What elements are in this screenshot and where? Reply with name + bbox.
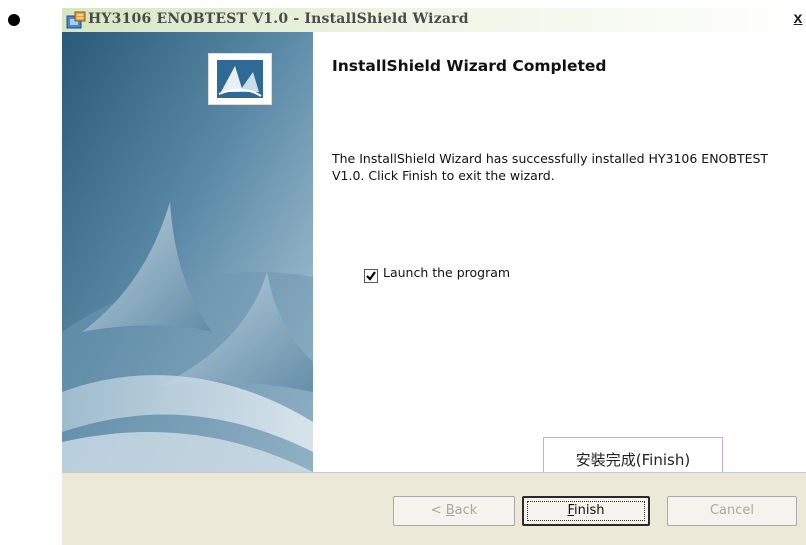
installer-window: HY3106 ENOBTEST V1.0 - InstallShield Wiz…	[62, 8, 806, 545]
cancel-button[interactable]: Cancel	[667, 496, 797, 526]
back-button[interactable]: < Back	[393, 496, 515, 526]
launch-program-checkbox[interactable]	[364, 269, 378, 283]
page-title: InstallShield Wizard Completed	[332, 57, 607, 75]
window-title: HY3106 ENOBTEST V1.0 - InstallShield Wiz…	[88, 11, 469, 27]
wizard-sidebar-graphic	[62, 32, 313, 472]
back-button-prefix: <	[430, 503, 446, 518]
wizard-logo-icon	[208, 53, 272, 105]
back-button-label: ack	[454, 503, 478, 518]
checkmark-icon	[366, 271, 376, 281]
button-bar: < Back Finish Cancel	[62, 472, 806, 545]
completion-message: The InstallShield Wizard has successfull…	[332, 151, 769, 183]
focus-rectangle	[527, 501, 645, 521]
launch-program-label[interactable]: Launch the program	[383, 265, 510, 280]
title-bar[interactable]: HY3106 ENOBTEST V1.0 - InstallShield Wiz…	[62, 8, 806, 33]
wizard-content: InstallShield Wizard Completed The Insta…	[313, 32, 806, 485]
back-button-mnemonic: B	[445, 503, 455, 518]
finish-button[interactable]: Finish	[522, 496, 650, 526]
bullet-icon	[8, 14, 20, 26]
installshield-app-icon	[65, 10, 87, 30]
close-icon[interactable]: x	[790, 9, 806, 29]
